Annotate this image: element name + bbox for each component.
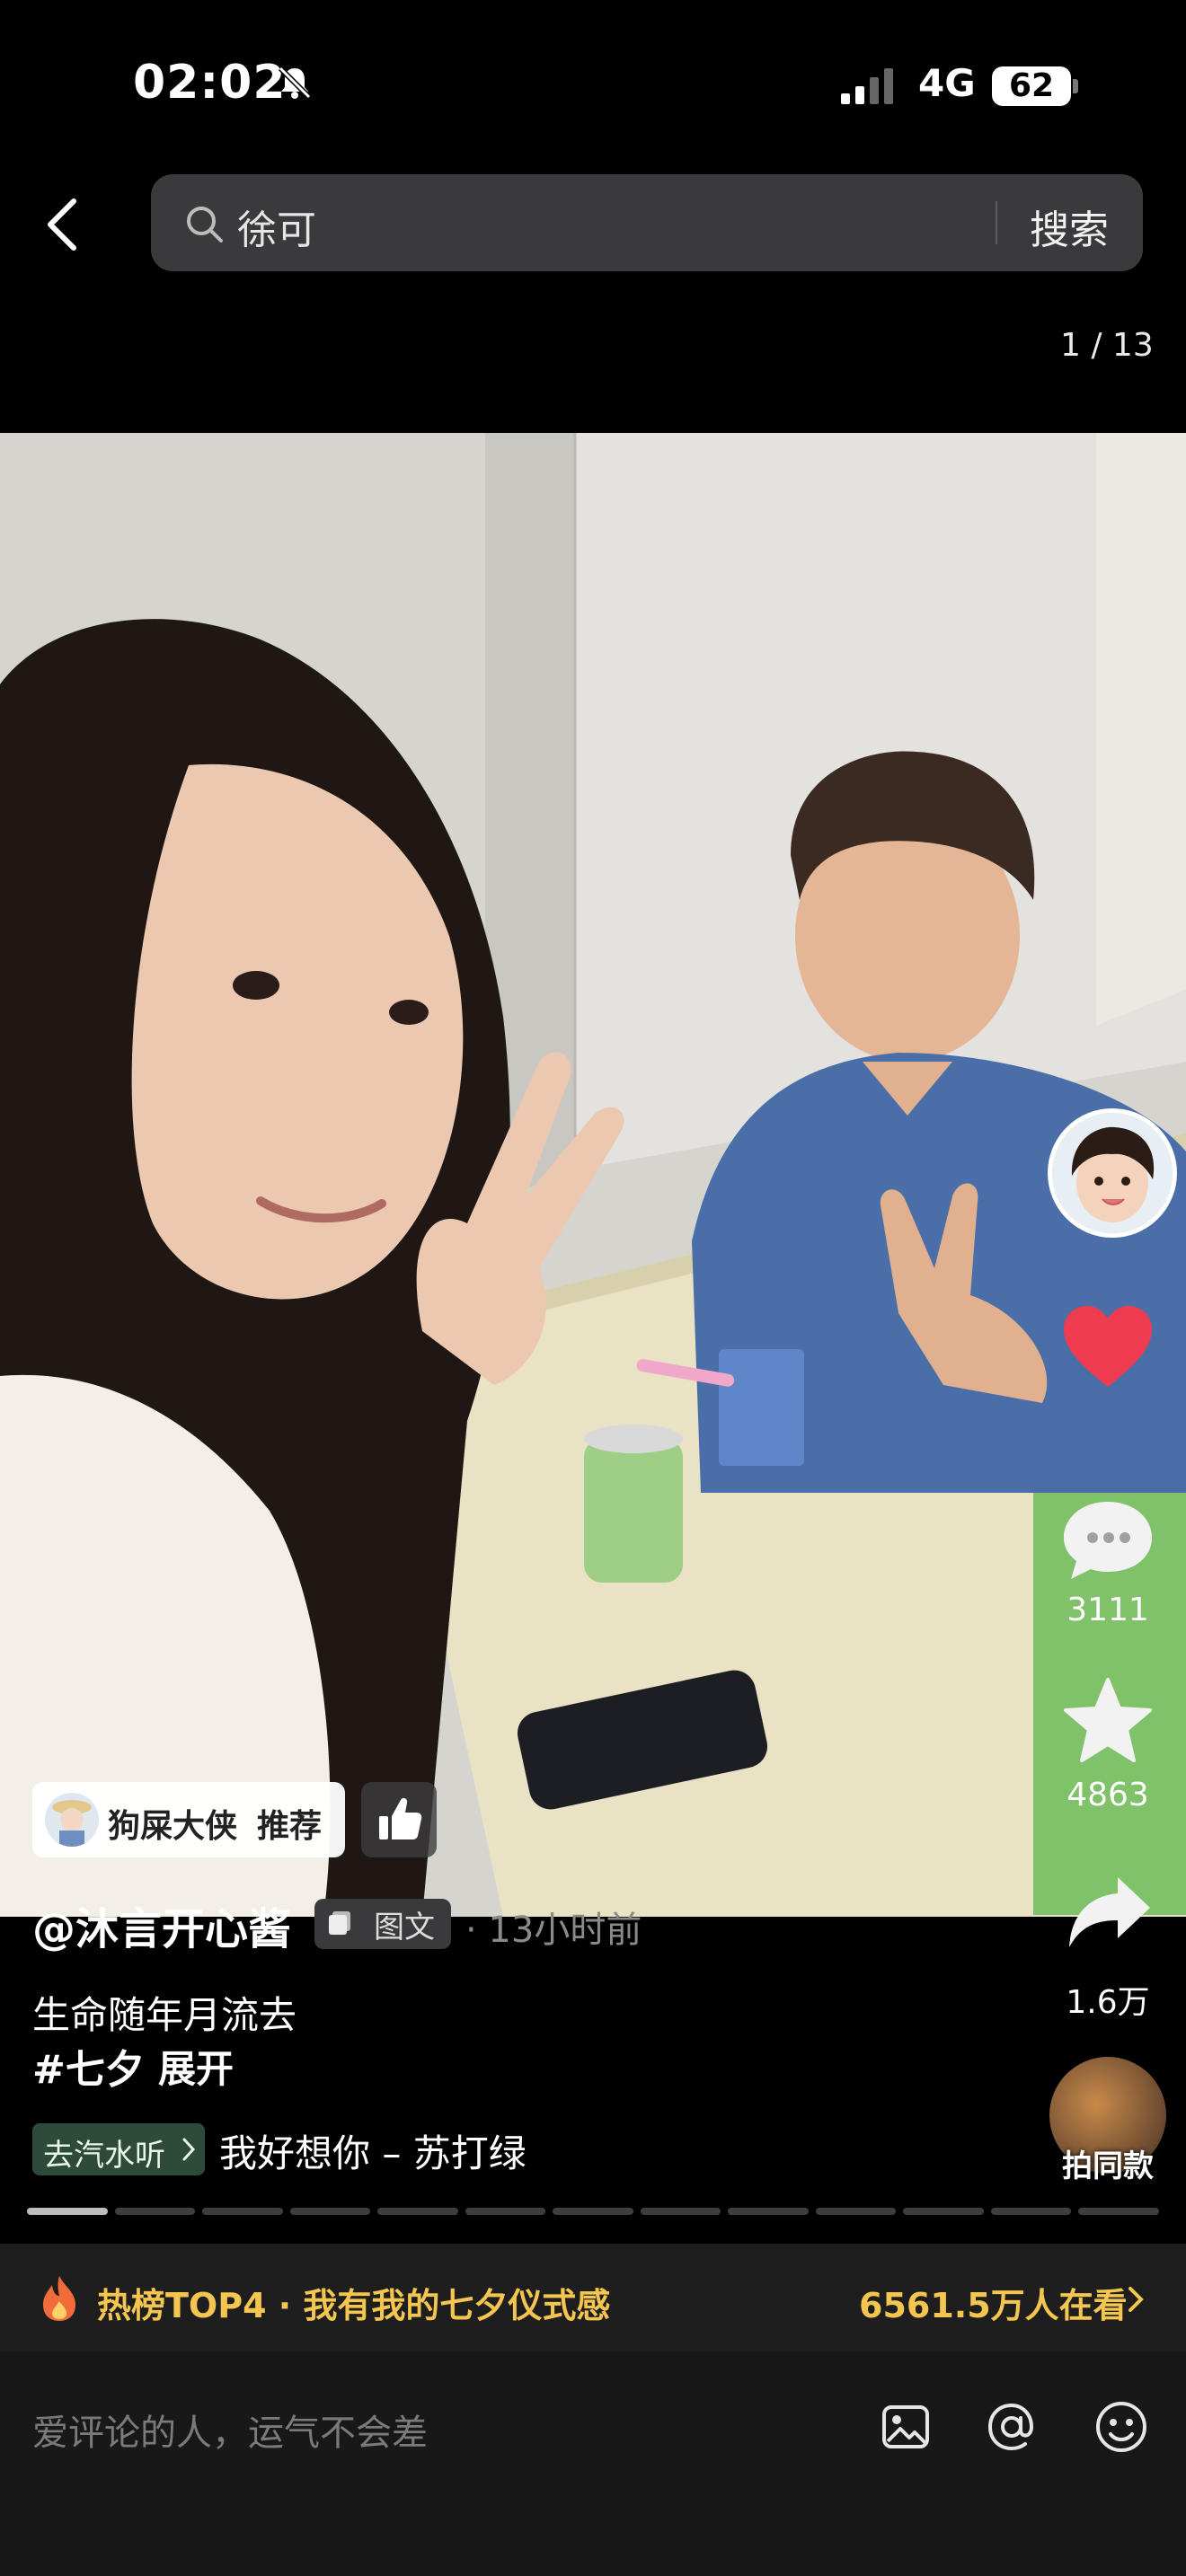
progress-segment bbox=[27, 2208, 108, 2215]
open-music-app-label: 去汽水听 bbox=[43, 2138, 165, 2174]
progress-segment bbox=[1078, 2208, 1159, 2215]
image-text-icon bbox=[329, 1911, 350, 1935]
image-icon[interactable] bbox=[879, 2400, 933, 2454]
progress-segment bbox=[815, 2208, 897, 2215]
comment-count: 3111 bbox=[1067, 1592, 1149, 1628]
progress-segment bbox=[289, 2208, 371, 2215]
chevron-right-icon bbox=[1128, 2287, 1144, 2312]
hot-list-title: 热榜TOP4 · 我有我的七夕仪式感 bbox=[97, 2286, 611, 2325]
battery-indicator: 62 bbox=[992, 66, 1071, 106]
heart-icon[interactable] bbox=[1060, 1304, 1155, 1394]
signal-icon bbox=[841, 68, 893, 104]
network-type: 4G bbox=[918, 61, 976, 105]
recommender-name: 狗屎大侠 bbox=[108, 1808, 238, 1845]
chevron-right-icon bbox=[182, 2138, 196, 2161]
search-divider bbox=[996, 201, 997, 244]
thumbs-up-icon bbox=[379, 1797, 422, 1839]
image-progress-segments bbox=[27, 2208, 1159, 2215]
mention-icon[interactable] bbox=[983, 2398, 1040, 2456]
expand-button[interactable]: 展开 bbox=[158, 2039, 234, 2094]
emoji-icon[interactable] bbox=[1093, 2398, 1150, 2456]
recommend-tag: 推荐 bbox=[257, 1808, 323, 1845]
post-photo[interactable] bbox=[0, 433, 1186, 1917]
recommender-avatar bbox=[45, 1793, 99, 1847]
search-icon bbox=[187, 207, 223, 243]
comment-icon[interactable] bbox=[1058, 1495, 1157, 1584]
post-time: · 13小时前 bbox=[465, 1910, 642, 1951]
author-name[interactable]: @沐言开心酱 bbox=[32, 1893, 291, 1956]
page-counter: 1 / 13 bbox=[1060, 327, 1154, 364]
comment-bar bbox=[0, 2351, 1186, 2576]
song-title[interactable]: 我好想你 – 苏打绿 bbox=[219, 2123, 527, 2178]
progress-segment bbox=[202, 2208, 283, 2215]
progress-segment bbox=[465, 2208, 546, 2215]
hashtag-link[interactable]: #七夕 bbox=[32, 2037, 145, 2095]
progress-segment bbox=[990, 2208, 1072, 2215]
hot-viewer-count: 6561.5万人在看 bbox=[859, 2286, 1128, 2325]
progress-segment bbox=[728, 2208, 809, 2215]
status-time: 02:02 bbox=[133, 56, 287, 110]
favorite-count: 4863 bbox=[1067, 1777, 1149, 1813]
back-icon[interactable] bbox=[36, 189, 90, 260]
search-button[interactable]: 搜索 bbox=[1030, 198, 1109, 255]
share-count: 1.6万 bbox=[1066, 1984, 1150, 2021]
thumbs-up-button[interactable] bbox=[361, 1782, 437, 1857]
post-description: 生命随年月流去 bbox=[32, 1993, 297, 2037]
fire-icon bbox=[43, 2276, 75, 2321]
post-type-label: 图文 bbox=[374, 1910, 435, 1945]
star-icon[interactable] bbox=[1062, 1676, 1154, 1766]
progress-segment bbox=[377, 2208, 458, 2215]
bell-muted-icon bbox=[278, 66, 312, 100]
author-avatar[interactable] bbox=[1048, 1108, 1177, 1238]
search-input[interactable]: 徐可 bbox=[237, 198, 316, 255]
same-style-label[interactable]: 拍同款 bbox=[1040, 2141, 1175, 2185]
share-icon[interactable] bbox=[1066, 1874, 1152, 1951]
progress-segment bbox=[553, 2208, 633, 2215]
battery-tip bbox=[1073, 79, 1078, 93]
comment-input[interactable]: 爱评论的人，运气不会差 bbox=[32, 2404, 428, 2456]
progress-segment bbox=[903, 2208, 984, 2215]
progress-segment bbox=[640, 2208, 721, 2215]
progress-segment bbox=[114, 2208, 196, 2215]
